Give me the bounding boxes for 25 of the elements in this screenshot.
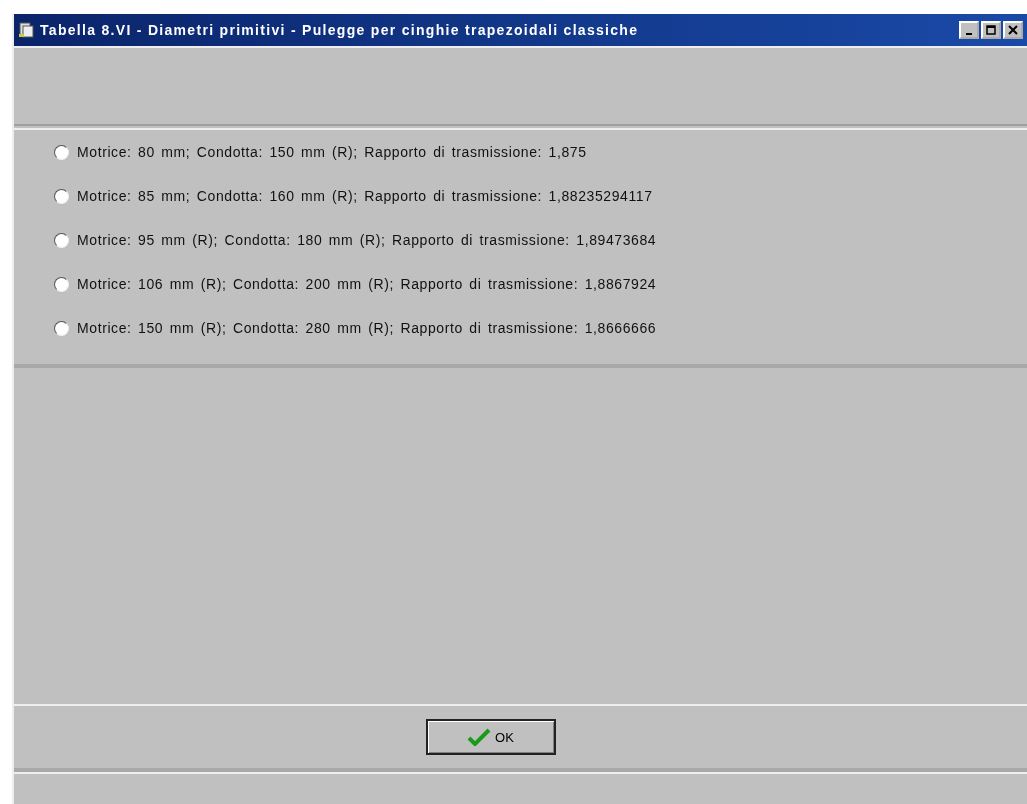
radio-option[interactable]: Motrice: 85 mm; Condotta: 160 mm (R); Rapporto di trasmissione: 1,88235294117 [54, 188, 1027, 204]
close-button[interactable] [1003, 21, 1023, 39]
minimize-icon [966, 33, 972, 35]
option-label: Motrice: 95 mm (R); Condotta: 180 mm (R); Rapporto di trasmissione: 1,89473684 [77, 232, 657, 248]
option-label: Motrice: 85 mm; Condotta: 160 mm (R); Rapporto di trasmissione: 1,88235294117 [77, 188, 653, 204]
option-label: Motrice: 80 mm; Condotta: 150 mm (R); Rapporto di trasmissione: 1,875 [77, 144, 587, 160]
option-label: Motrice: 150 mm (R); Condotta: 280 mm (R); Rapporto di trasmissione: 1,8666666 [77, 320, 657, 336]
radio-option[interactable]: Motrice: 106 mm (R); Condotta: 200 mm (R); Rapporto di trasmissione: 1,8867924 [54, 276, 1027, 292]
close-icon [1008, 25, 1018, 35]
radio-option[interactable]: Motrice: 95 mm (R); Condotta: 180 mm (R); Rapporto di trasmissione: 1,89473684 [54, 232, 1027, 248]
maximize-button[interactable] [981, 21, 1001, 39]
radio-button[interactable] [54, 144, 69, 160]
window-title: Tabella 8.VI - Diametri primitivi - Pulegge per cinghie trapezoidali classiche [40, 22, 640, 38]
option-label: Motrice: 106 mm (R); Condotta: 200 mm (R); Rapporto di trasmissione: 1,8867924 [77, 276, 657, 292]
radio-button[interactable] [54, 320, 69, 336]
document-icon [18, 22, 34, 38]
radio-button[interactable] [54, 276, 69, 292]
radio-button[interactable] [54, 232, 69, 248]
minimize-button[interactable] [959, 21, 979, 39]
maximize-icon [986, 25, 996, 35]
checkmark-icon [467, 728, 492, 746]
radio-option[interactable]: Motrice: 150 mm (R); Condotta: 280 mm (R); Rapporto di trasmissione: 1,8666666 [54, 320, 1027, 336]
radio-option[interactable]: Motrice: 80 mm; Condotta: 150 mm (R); Rapporto di trasmissione: 1,875 [54, 144, 1027, 160]
ok-button[interactable]: OK [425, 719, 556, 755]
radio-button[interactable] [54, 188, 69, 204]
